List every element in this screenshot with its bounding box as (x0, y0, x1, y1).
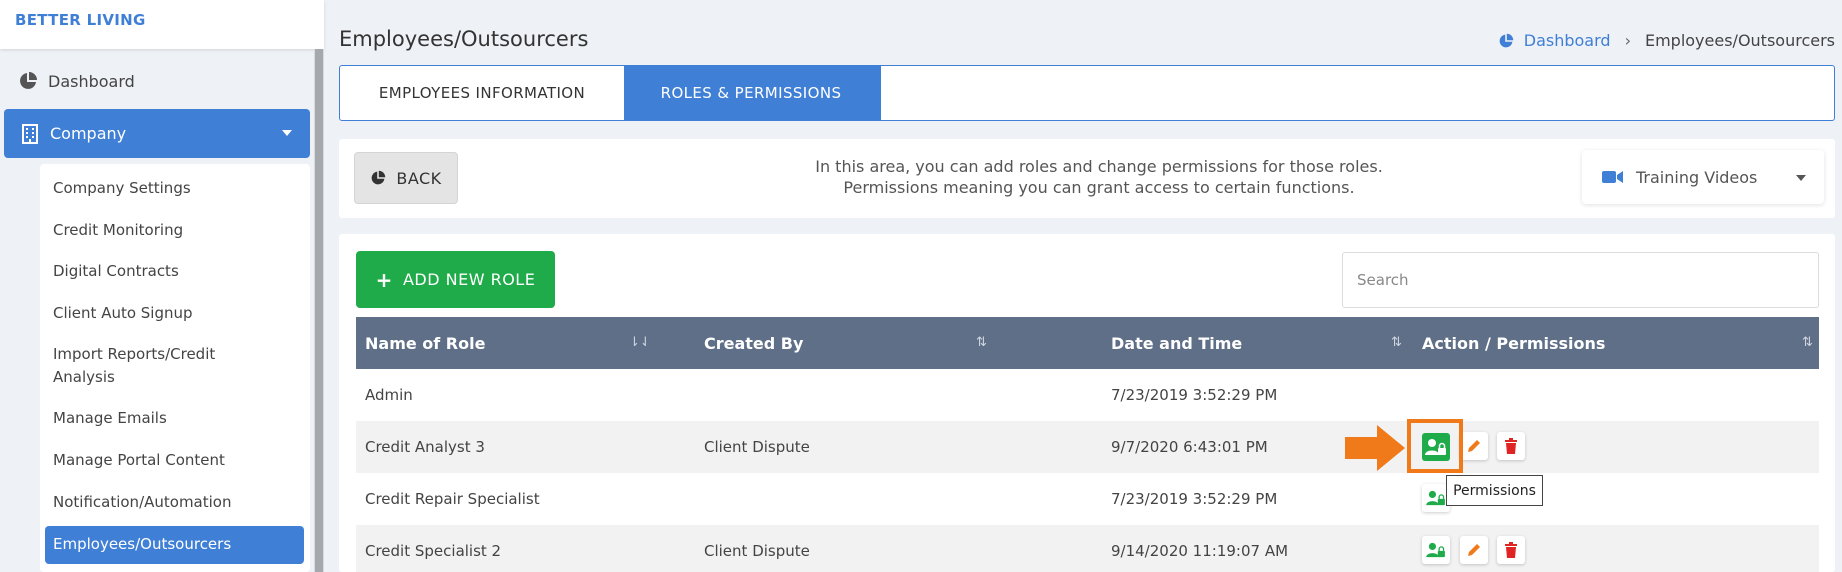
tab-divider (878, 66, 881, 120)
submenu-item-notification-automation[interactable]: Notification/Automation (53, 491, 303, 514)
chevron-down-icon (282, 130, 292, 136)
sort-icon[interactable]: ⇂⇃ (629, 335, 651, 350)
submenu-item-credit-monitoring[interactable]: Credit Monitoring (53, 219, 303, 242)
trash-icon (1505, 438, 1517, 454)
submenu-item-manage-portal-content[interactable]: Manage Portal Content (53, 449, 303, 472)
user-lock-icon (1426, 490, 1445, 506)
role-name: Credit Specialist 2 (365, 542, 502, 560)
role-name: Credit Analyst 3 (365, 438, 485, 456)
scrollbar-thumb[interactable] (315, 49, 323, 572)
trash-icon (1505, 542, 1517, 558)
video-camera-icon (1602, 171, 1623, 183)
plus-icon: + (375, 267, 393, 292)
pencil-icon (1468, 544, 1480, 556)
pencil-icon (1468, 440, 1480, 452)
submenu-item-manage-emails[interactable]: Manage Emails (53, 407, 303, 430)
info-line-2: Permissions meaning you can grant access… (843, 178, 1355, 197)
permissions-tooltip: Permissions (1446, 475, 1543, 506)
chevron-down-icon (1796, 175, 1806, 181)
add-new-role-button[interactable]: + ADD NEW ROLE (356, 251, 555, 308)
submenu-item-client-auto-signup[interactable]: Client Auto Signup (53, 302, 303, 325)
info-line-1: In this area, you can add roles and chan… (815, 157, 1383, 176)
breadcrumb-dashboard-link[interactable]: Dashboard (1498, 31, 1611, 50)
building-icon (22, 123, 38, 144)
date-time: 7/23/2019 3:52:29 PM (1111, 490, 1278, 508)
column-header-label: Created By (704, 333, 804, 353)
brand-header: BETTER LIVING (0, 0, 324, 49)
info-description: In this area, you can add roles and chan… (739, 156, 1459, 198)
column-header-created-by[interactable]: Created By (704, 317, 803, 369)
breadcrumb-link-label: Dashboard (1523, 31, 1611, 50)
table-header: Name of Role ⇂⇃ Created By ⇅ Date and Ti… (356, 317, 1819, 369)
date-time: 7/23/2019 3:52:29 PM (1111, 386, 1278, 404)
created-by: Client Dispute (704, 438, 810, 456)
tab-employees-information[interactable]: EMPLOYEES INFORMATION (340, 66, 624, 120)
sort-icon[interactable]: ⇅ (1802, 335, 1813, 350)
submenu-item-import-reports[interactable]: Import Reports/Credit Analysis (53, 343, 253, 389)
sidebar-item-label: Dashboard (48, 71, 135, 91)
table-row: Credit Analyst 3 Client Dispute 9/7/2020… (356, 421, 1819, 473)
sidebar-item-label: Company (50, 124, 127, 143)
breadcrumb: Dashboard › Employees/Outsourcers (1498, 31, 1835, 50)
sidebar-item-dashboard[interactable]: Dashboard (18, 68, 135, 94)
info-bar: BACK In this area, you can add roles and… (339, 139, 1835, 218)
pie-chart-icon (1499, 33, 1513, 47)
user-lock-icon (1426, 542, 1445, 558)
role-name: Credit Repair Specialist (365, 490, 540, 508)
column-header-actions[interactable]: Action / Permissions (1422, 317, 1605, 369)
table-row: Credit Specialist 2 Client Dispute 9/14/… (356, 525, 1819, 572)
company-submenu: Company Settings Credit Monitoring Digit… (40, 164, 310, 572)
training-videos-label: Training Videos (1636, 167, 1758, 187)
table-row: Admin 7/23/2019 3:52:29 PM (356, 369, 1819, 421)
brand-logo-text[interactable]: BETTER LIVING (15, 11, 146, 29)
annotation-arrow-icon (1345, 425, 1405, 471)
column-header-label: Date and Time (1111, 333, 1243, 353)
page-title: Employees/Outsourcers (339, 27, 589, 51)
column-header-label: Action / Permissions (1422, 333, 1606, 353)
sidebar-scrollbar[interactable] (314, 49, 324, 572)
back-button-label: BACK (396, 168, 442, 188)
sort-icon[interactable]: ⇅ (1391, 335, 1402, 350)
chevron-right-icon: › (1624, 31, 1631, 50)
sort-icon[interactable]: ⇅ (976, 335, 987, 350)
submenu-item-company-settings[interactable]: Company Settings (53, 177, 303, 200)
roles-panel: + ADD NEW ROLE Name of Role ⇂⇃ Created B… (339, 234, 1835, 572)
pie-chart-icon (372, 170, 386, 185)
sidebar-item-company[interactable]: Company (4, 109, 310, 158)
column-header-date-time[interactable]: Date and Time (1111, 317, 1242, 369)
annotation-highlight (1407, 419, 1463, 473)
edit-button[interactable] (1460, 432, 1488, 460)
pie-chart-icon (20, 72, 37, 89)
search-input[interactable] (1342, 252, 1819, 308)
column-header-label: Name of Role (365, 333, 486, 353)
add-new-role-label: ADD NEW ROLE (402, 270, 536, 289)
date-time: 9/14/2020 11:19:07 AM (1111, 542, 1289, 560)
delete-button[interactable] (1497, 536, 1525, 564)
back-button[interactable]: BACK (354, 152, 458, 204)
table-row: Credit Repair Specialist 7/23/2019 3:52:… (356, 473, 1819, 525)
role-name: Admin (365, 386, 413, 404)
column-header-name[interactable]: Name of Role (365, 317, 485, 369)
permissions-button[interactable] (1422, 536, 1450, 564)
created-by: Client Dispute (704, 542, 810, 560)
date-time: 9/7/2020 6:43:01 PM (1111, 438, 1268, 456)
submenu-item-digital-contracts[interactable]: Digital Contracts (53, 260, 303, 283)
tab-bar: EMPLOYEES INFORMATION ROLES & PERMISSION… (339, 65, 1835, 121)
tab-roles-permissions[interactable]: ROLES & PERMISSIONS (624, 66, 878, 120)
training-videos-dropdown[interactable]: Training Videos (1582, 150, 1824, 204)
edit-button[interactable] (1460, 536, 1488, 564)
sidebar: BETTER LIVING Dashboard Company Company … (0, 0, 324, 572)
submenu-item-employees-outsourcers[interactable]: Employees/Outsourcers (45, 526, 304, 564)
delete-button[interactable] (1497, 432, 1525, 460)
breadcrumb-current: Employees/Outsourcers (1644, 31, 1835, 50)
